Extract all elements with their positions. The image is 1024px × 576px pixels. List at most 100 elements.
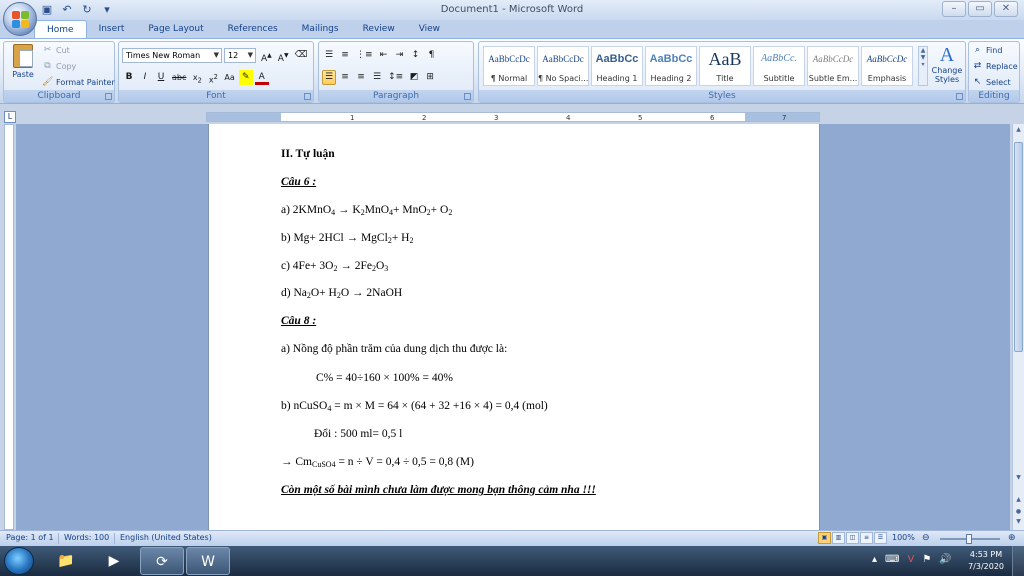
borders-icon[interactable]: ⊞ (423, 70, 437, 85)
full-screen-reading-icon[interactable]: ▥ (832, 532, 845, 544)
strikethrough-icon[interactable]: abc (170, 70, 188, 85)
cut-button[interactable]: ✂ Cut (42, 45, 70, 55)
font-launcher[interactable] (304, 93, 311, 100)
media-player-taskbar-icon[interactable]: ▶ (92, 547, 136, 575)
zoom-slider-handle[interactable] (966, 534, 972, 544)
italic-icon[interactable]: I (138, 70, 152, 85)
decrease-indent-icon[interactable]: ⇤ (377, 48, 391, 63)
word-count[interactable]: Words: 100 (64, 533, 109, 542)
tab-page-layout[interactable]: Page Layout (136, 20, 215, 38)
keyboard-icon[interactable]: ⌨ (885, 554, 899, 565)
bullets-icon[interactable]: ☰ (322, 48, 336, 63)
zoom-in-icon[interactable]: ⊕ (1008, 533, 1016, 543)
paste-label: Paste (12, 70, 34, 79)
scroll-up-icon[interactable]: ▲ (1014, 126, 1023, 136)
numbering-icon[interactable]: ≡ (338, 48, 352, 63)
font-size-select[interactable]: 12 ▼ (224, 48, 256, 63)
change-case-icon[interactable]: Aa (222, 70, 236, 85)
styles-launcher[interactable] (956, 93, 963, 100)
explorer-taskbar-icon[interactable]: 📁 (44, 547, 88, 575)
next-page-icon[interactable]: ▼ (1014, 518, 1023, 528)
zoom-slider[interactable] (940, 534, 1000, 544)
justify-icon[interactable]: ☰ (370, 70, 384, 85)
select-button[interactable]: ↖ Select (972, 77, 1011, 87)
zoom-level[interactable]: 100% (892, 533, 915, 542)
word-taskbar-icon[interactable]: W (186, 547, 230, 575)
doc-line-b: b) Mg+ 2HCl → MgCl2+ H2 (281, 232, 414, 245)
antivirus-icon[interactable]: V (907, 554, 914, 565)
style-emphasis[interactable]: AaBbCcDc Emphasis (861, 46, 913, 86)
increase-indent-icon[interactable]: ⇥ (393, 48, 407, 63)
print-layout-icon[interactable]: ▣ (818, 532, 831, 544)
close-button[interactable]: ✕ (994, 1, 1018, 17)
highlight-icon[interactable]: ✎ (238, 70, 253, 85)
align-right-icon[interactable]: ≡ (354, 70, 368, 85)
clipboard-launcher[interactable] (105, 93, 112, 100)
doc-line-convert: Đổi : 500 ml= 0,5 l (314, 428, 403, 440)
outline-icon[interactable]: ≡ (860, 532, 873, 544)
title-bar: ▣ ↶ ↻ ▾ Document1 - Microsoft Word – ▭ ✕ (0, 0, 1024, 20)
find-button[interactable]: ⌕ Find (972, 45, 1002, 55)
style-normal[interactable]: AaBbCcDc ¶ Normal (483, 46, 535, 86)
tray-expand-icon[interactable]: ▴ (872, 554, 877, 565)
style-title[interactable]: AaB Title (699, 46, 751, 86)
app-taskbar-icon[interactable]: ⟳ (140, 547, 184, 575)
document-page[interactable]: II. Tự luận Câu 6 : a) 2KMnO4 → K2MnO4+ … (208, 124, 820, 530)
change-styles-button[interactable]: A Change Styles (931, 44, 963, 84)
sort-icon[interactable]: ↕ (409, 48, 423, 63)
align-left-icon[interactable]: ☰ (322, 70, 337, 85)
align-center-icon[interactable]: ≡ (338, 70, 352, 85)
scroll-thumb[interactable] (1014, 142, 1023, 352)
previous-page-icon[interactable]: ▲ (1014, 496, 1023, 506)
restore-button[interactable]: ▭ (968, 1, 992, 17)
network-icon[interactable]: ⚑ (922, 554, 931, 565)
vertical-ruler[interactable] (4, 124, 14, 530)
clear-formatting-icon[interactable]: ⌫ (293, 48, 310, 63)
multilevel-list-icon[interactable]: ⋮≡ (354, 48, 375, 63)
font-color-icon[interactable]: A (254, 70, 269, 85)
office-button[interactable] (3, 2, 37, 36)
styles-gallery-scroll[interactable]: ▲ ▼ ▾ (918, 46, 928, 86)
style-no-spacing[interactable]: AaBbCcDc ¶ No Spaci... (537, 46, 589, 86)
format-painter-button[interactable]: 🖌 Format Painter (42, 77, 115, 87)
minimize-button[interactable]: – (942, 1, 966, 17)
shading-icon[interactable]: ◩ (407, 70, 421, 85)
tab-references[interactable]: References (216, 20, 290, 38)
line-spacing-icon[interactable]: ↕≡ (386, 70, 405, 85)
horizontal-ruler[interactable]: 1 2 3 4 5 6 7 (206, 112, 820, 122)
draft-icon[interactable]: ☰ (874, 532, 887, 544)
show-marks-icon[interactable]: ¶ (425, 48, 439, 63)
tab-home[interactable]: Home (34, 20, 87, 38)
tab-insert[interactable]: Insert (87, 20, 137, 38)
browse-object-icon[interactable]: ● (1014, 508, 1023, 518)
zoom-out-icon[interactable]: ⊖ (922, 533, 930, 543)
copy-button[interactable]: ⧉ Copy (42, 61, 76, 71)
language-indicator[interactable]: English (United States) (120, 533, 212, 542)
grow-font-icon[interactable]: A▲ (259, 48, 274, 64)
superscript-icon[interactable]: x2 (206, 70, 220, 85)
replace-button[interactable]: ⇄ Replace (972, 61, 1018, 71)
tab-review[interactable]: Review (351, 20, 407, 38)
style-subtle-emphasis[interactable]: AaBbCcDc Subtle Em... (807, 46, 859, 86)
font-family-select[interactable]: Times New Roman ▼ (122, 48, 222, 63)
style-subtitle[interactable]: AaBbCc. Subtitle (753, 46, 805, 86)
subscript-icon[interactable]: x2 (190, 70, 204, 85)
paragraph-launcher[interactable] (464, 93, 471, 100)
underline-icon[interactable]: U (154, 70, 168, 85)
page-count[interactable]: Page: 1 of 1 (6, 533, 54, 542)
start-button[interactable] (4, 547, 34, 575)
tab-selector[interactable]: L (4, 111, 16, 123)
web-layout-icon[interactable]: ◫ (846, 532, 859, 544)
taskbar-clock[interactable]: 4:53 PM 7/3/2020 (968, 549, 1004, 573)
style-heading-1[interactable]: AaBbCc Heading 1 (591, 46, 643, 86)
shrink-font-icon[interactable]: A▼ (276, 48, 291, 64)
bold-icon[interactable]: B (122, 70, 136, 85)
vertical-scrollbar[interactable]: ▲ ▼ ▲ ● ▼ (1012, 124, 1024, 530)
volume-icon[interactable]: 🔊 (939, 554, 951, 565)
tab-mailings[interactable]: Mailings (290, 20, 351, 38)
tab-view[interactable]: View (407, 20, 452, 38)
scroll-down-icon[interactable]: ▼ (1014, 474, 1023, 484)
style-heading-2[interactable]: AaBbCc Heading 2 (645, 46, 697, 86)
paste-button[interactable]: Paste (8, 44, 38, 79)
show-desktop-button[interactable] (1012, 546, 1024, 576)
